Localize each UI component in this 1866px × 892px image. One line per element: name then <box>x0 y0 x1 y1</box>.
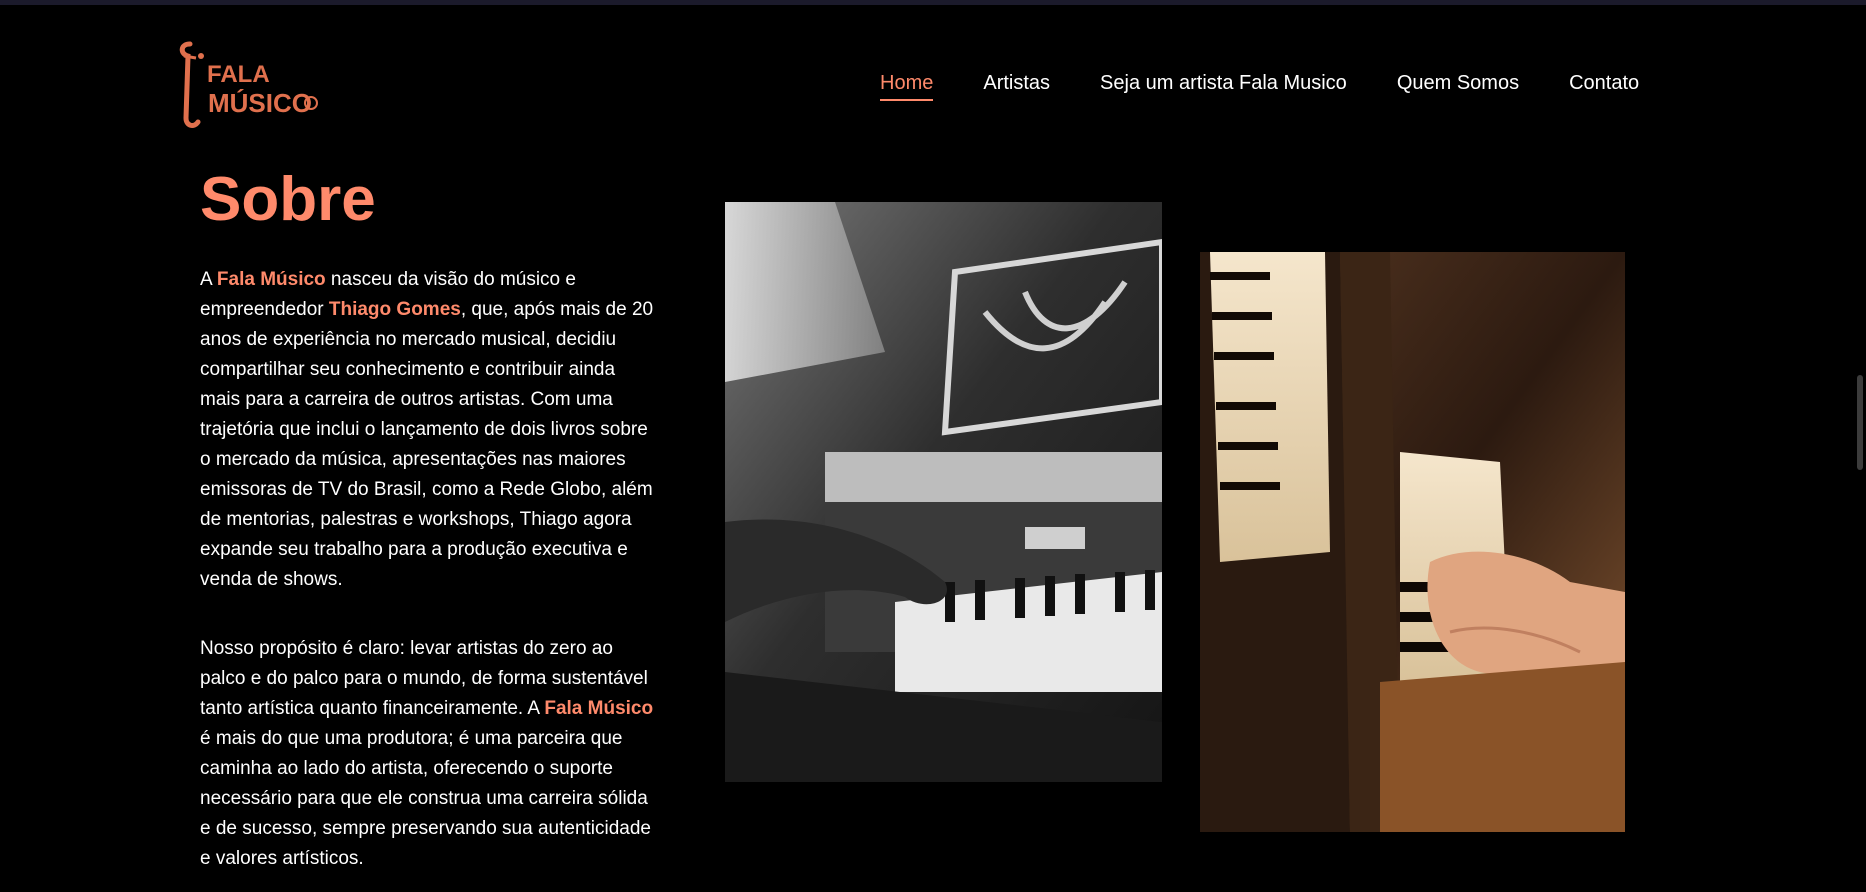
scrollbar-thumb[interactable] <box>1857 375 1863 470</box>
p2-highlight-fala-musico: Fala Músico <box>544 698 654 719</box>
p1-text-1: A <box>200 269 217 290</box>
fala-musico-logo[interactable]: FALA MÚSICO <box>176 38 324 132</box>
nav-contato[interactable]: Contato <box>1569 72 1639 99</box>
logo-text-musico: MÚSICO <box>208 88 312 118</box>
p1-highlight-thiago-gomes: Thiago Gomes <box>328 299 461 320</box>
piano-bw-photo <box>725 202 1162 782</box>
about-paragraph-2: Nosso propósito é claro: levar artistas … <box>200 634 660 874</box>
about-paragraph-1: A Fala Músico nasceu da visão do músico … <box>200 265 660 595</box>
nav-home[interactable]: Home <box>880 72 934 101</box>
nav-artistas[interactable]: Artistas <box>983 72 1050 99</box>
p1-text-3: , que, após mais de 20 anos de experiênc… <box>200 299 654 590</box>
page: FALA MÚSICO Home Artistas Seja um artist… <box>0 0 1866 892</box>
page-scrollbar[interactable] <box>1852 5 1866 892</box>
piano-keys-hands-photo <box>1200 252 1625 832</box>
top-border <box>0 0 1866 5</box>
p2-text-2: é mais do que uma produtora; é uma parce… <box>200 728 651 869</box>
nav-quem-somos[interactable]: Quem Somos <box>1397 72 1519 99</box>
logo-text-fala: FALA <box>207 61 270 88</box>
main-nav: Home Artistas Seja um artista Fala Music… <box>880 72 1639 101</box>
section-title: Sobre <box>200 165 376 234</box>
nav-seja-um-artista[interactable]: Seja um artista Fala Musico <box>1100 72 1347 99</box>
p1-highlight-fala-musico: Fala Músico <box>216 269 326 290</box>
